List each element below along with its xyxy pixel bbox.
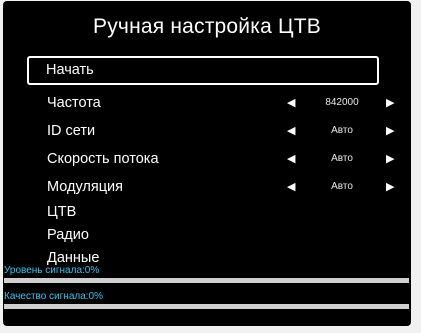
- modulation-value: Авто: [331, 181, 353, 192]
- arrow-right-icon[interactable]: ▶: [386, 145, 394, 173]
- network-id-value: Авто: [331, 125, 353, 136]
- signal-quality-label: Качество сигнала:0%: [4, 291, 104, 302]
- arrow-left-icon[interactable]: ◀: [287, 173, 295, 201]
- signal-quality-bar: [4, 304, 409, 309]
- network-id-label: ID сети: [47, 123, 96, 139]
- network-id-row[interactable]: ID сети ◀ Авто ▶: [27, 117, 411, 145]
- frequency-label: Частота: [47, 95, 101, 111]
- modulation-row[interactable]: Модуляция ◀ Авто ▶: [27, 173, 411, 201]
- bitrate-label: Скорость потока: [47, 151, 159, 167]
- page-title: Ручная настройка ЦТВ: [93, 15, 321, 38]
- radio-item[interactable]: Радио: [27, 224, 411, 247]
- arrow-right-icon[interactable]: ▶: [386, 117, 394, 145]
- tv-screen: Ручная настройка ЦТВ Начать Частота ◀ 84…: [3, 1, 411, 326]
- bitrate-row[interactable]: Скорость потока ◀ Авто ▶: [27, 145, 411, 173]
- arrow-left-icon[interactable]: ◀: [287, 117, 295, 145]
- frequency-row[interactable]: Частота ◀ 842000 ▶: [27, 89, 411, 117]
- arrow-left-icon[interactable]: ◀: [287, 145, 295, 173]
- start-button[interactable]: Начать: [27, 56, 379, 85]
- frequency-value: 842000: [325, 97, 359, 108]
- arrow-left-icon[interactable]: ◀: [287, 89, 295, 117]
- arrow-right-icon[interactable]: ▶: [386, 173, 394, 201]
- modulation-label: Модуляция: [47, 179, 123, 195]
- settings-menu: Начать Частота ◀ 842000 ▶ ID сети ◀ Авто…: [27, 56, 411, 270]
- signal-level-bar: [4, 278, 409, 283]
- bitrate-value: Авто: [331, 153, 353, 164]
- signal-level-label: Уровень сигнала:0%: [4, 265, 100, 276]
- arrow-right-icon[interactable]: ▶: [386, 89, 394, 117]
- dtv-item[interactable]: ЦТВ: [27, 201, 411, 224]
